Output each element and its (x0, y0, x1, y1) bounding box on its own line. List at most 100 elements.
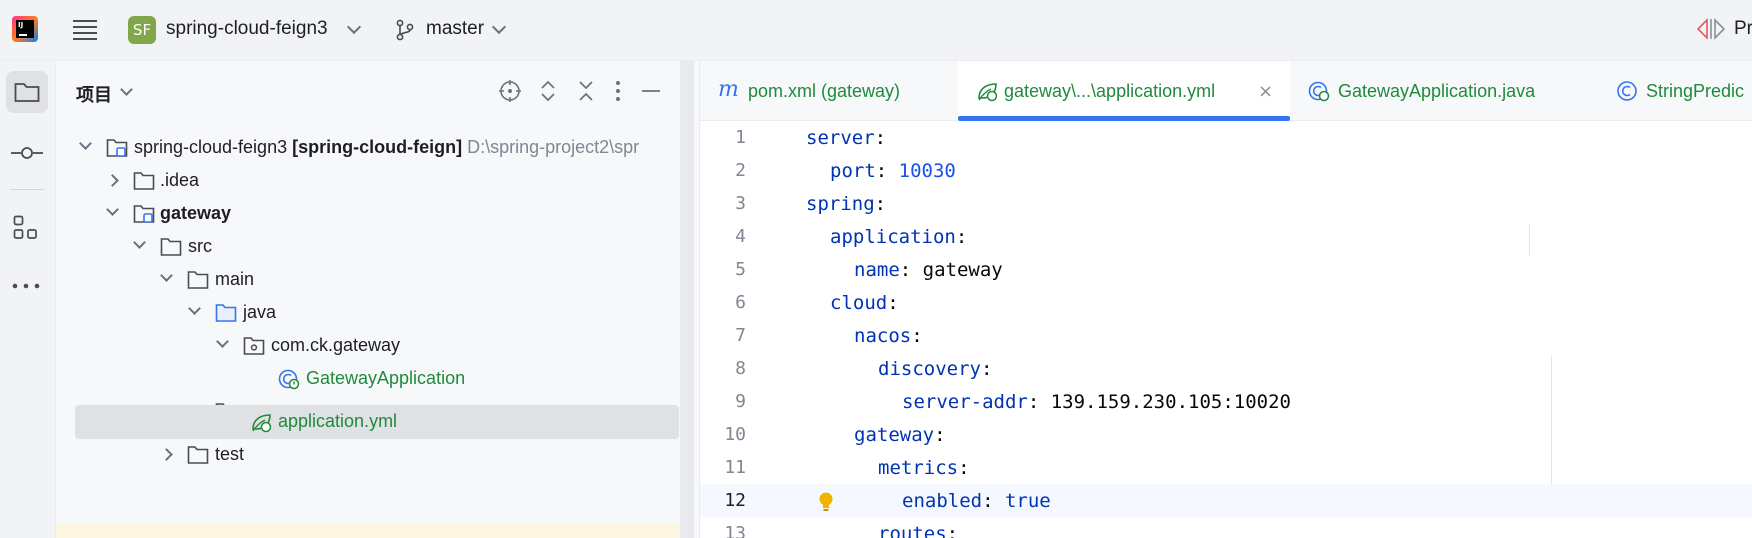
tab-label: pom.xml (gateway) (748, 81, 901, 101)
tree-label-text: spring-cloud-feign3 (134, 137, 288, 157)
package-icon (243, 337, 265, 355)
tree-label: application.yml (278, 411, 398, 431)
tab-pom-xml[interactable]: m pom.xml (gateway) (700, 61, 958, 121)
chevron-down-icon[interactable] (106, 203, 119, 216)
code-line[interactable]: 6 cloud: (700, 286, 1752, 319)
chevron-down-icon[interactable] (133, 236, 146, 249)
tree-label: java (243, 302, 277, 322)
yaml-key: gateway (854, 424, 935, 446)
yaml-key: server-addr (902, 391, 1028, 413)
tool-window-strip (0, 61, 56, 538)
project-panel: 项目 spring-cloud-feign3 [spring-cloud-fei… (56, 61, 700, 538)
yaml-key: metrics (878, 457, 959, 479)
commit-icon[interactable] (10, 145, 44, 161)
tree-label-path: D:\spring-project2\spr (467, 137, 640, 157)
tree-label-module: [spring-cloud-feign] (292, 137, 463, 157)
intention-bulb-icon[interactable] (818, 491, 834, 513)
hamburger-menu-icon[interactable] (72, 16, 98, 42)
code-line[interactable]: 10 gateway: (700, 418, 1752, 451)
yaml-sep: : (899, 259, 923, 281)
vertical-ellipsis-icon[interactable] (608, 79, 628, 103)
tree-row-java[interactable]: java (56, 296, 676, 330)
chevron-down-icon[interactable] (188, 302, 201, 315)
code-text: application: (830, 226, 967, 248)
code-line[interactable]: 11 metrics: (700, 451, 1752, 484)
tree-label: src (188, 236, 212, 256)
code-line-current[interactable]: 12 enabled: true (700, 484, 1752, 517)
spring-class-icon (1308, 81, 1330, 102)
chevron-right-icon[interactable] (106, 174, 119, 187)
line-number: 7 (735, 325, 746, 346)
yaml-sep: : (875, 160, 899, 182)
code-line[interactable]: 3 spring: (700, 187, 1752, 220)
chevron-down-icon[interactable] (491, 19, 507, 35)
tree-row-gateway-application[interactable]: GatewayApplication (56, 362, 676, 396)
yaml-value: true (1004, 490, 1051, 512)
code-line[interactable]: 9 server-addr: 139.159.230.105:10020 (700, 385, 1752, 418)
yaml-sep: : (911, 325, 923, 347)
code-text: gateway: (854, 424, 946, 446)
crosshair-icon[interactable] (498, 79, 522, 103)
spring-leaf-icon (978, 83, 998, 102)
yaml-key: name (854, 259, 900, 281)
collapse-all-icon[interactable] (574, 79, 598, 103)
maven-icon: m (718, 77, 739, 102)
tab-string-predicate[interactable]: StringPredic (1598, 61, 1752, 121)
run-widget-icon[interactable] (1696, 18, 1726, 40)
yaml-sep: : (887, 292, 899, 314)
code-text: routes: (878, 523, 958, 538)
chevron-right-icon[interactable] (160, 448, 173, 461)
project-badge[interactable]: SF (128, 16, 156, 44)
structure-icon[interactable] (13, 215, 39, 241)
tree-row-partial[interactable] (56, 523, 680, 538)
tree-label: spring-cloud-feign3 [spring-cloud-feign]… (134, 137, 639, 158)
panel-scrollbar[interactable] (680, 61, 694, 538)
folder-icon (187, 271, 209, 289)
more-icon[interactable] (12, 282, 40, 290)
tree-row-src[interactable]: src (56, 230, 676, 264)
folder-icon (133, 172, 155, 190)
tree-label: com.ck.gateway (271, 335, 401, 355)
chevron-down-icon[interactable] (120, 83, 133, 96)
code-line[interactable]: 2 port: 10030 (700, 154, 1752, 187)
run-widget-label[interactable]: Pr (1734, 18, 1752, 40)
expand-all-icon[interactable] (536, 79, 560, 103)
yaml-value: 10030 (898, 160, 956, 182)
line-number: 2 (735, 160, 746, 181)
line-number: 4 (735, 226, 746, 247)
tab-gateway-application[interactable]: GatewayApplication.java (1290, 61, 1578, 121)
code-line[interactable]: 7 nacos: (700, 319, 1752, 352)
yaml-key: discovery (878, 358, 981, 380)
intellij-logo-icon[interactable]: IJ (12, 16, 38, 42)
line-number: 10 (724, 424, 746, 445)
tree-row-package[interactable]: com.ck.gateway (56, 329, 676, 363)
chevron-down-icon[interactable] (160, 269, 173, 282)
code-line[interactable]: 13 routes: (700, 517, 1752, 538)
code-line[interactable]: 8 discovery: (700, 352, 1752, 385)
line-number: 5 (735, 259, 746, 280)
code-line[interactable]: 5 name: gateway (700, 253, 1752, 286)
yaml-value: gateway (922, 259, 1003, 281)
chevron-down-icon[interactable] (79, 137, 92, 150)
tab-label: StringPredic (1646, 81, 1745, 101)
code-text: cloud: (830, 292, 899, 314)
code-editor[interactable]: 1 server: 2 port: 10030 3 spring: 4 appl… (700, 121, 1752, 538)
code-line[interactable]: 4 application: (700, 220, 1752, 253)
tree-row-idea[interactable]: .idea (56, 164, 676, 198)
branch-switcher[interactable]: master (426, 18, 484, 40)
tree-row-main[interactable]: main (56, 263, 676, 297)
tree-row-gateway[interactable]: gateway (56, 197, 676, 231)
code-line[interactable]: 1 server: (700, 121, 1752, 154)
close-icon[interactable]: × (1258, 81, 1273, 102)
tree-row-test[interactable]: test (56, 438, 676, 472)
tree-row-root[interactable]: spring-cloud-feign3 [spring-cloud-feign]… (56, 131, 676, 165)
chevron-down-icon[interactable] (216, 335, 229, 348)
panel-title[interactable]: 项目 (76, 81, 112, 107)
git-branch-icon[interactable] (395, 19, 415, 41)
project-switcher[interactable]: spring-cloud-feign3 (166, 18, 328, 40)
tab-application-yml[interactable]: gateway\...\application.yml × (958, 61, 1290, 121)
minimize-icon[interactable] (640, 79, 662, 103)
chevron-down-icon[interactable] (346, 19, 362, 35)
folder-icon (160, 238, 182, 256)
tree-row-application-yml[interactable]: application.yml (56, 405, 679, 439)
